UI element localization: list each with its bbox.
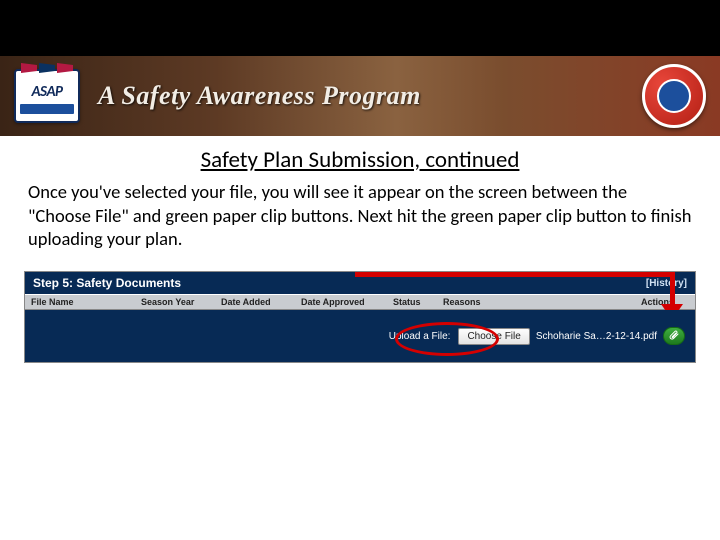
col-actions: Actions — [635, 295, 695, 309]
upload-label: Upload a File: — [389, 331, 451, 342]
page-title: Safety Plan Submission, continued — [24, 146, 696, 174]
step-heading-text: Step 5: Safety Documents — [33, 276, 181, 290]
safety-documents-panel: Step 5: Safety Documents [History] File … — [24, 271, 696, 363]
step-header: Step 5: Safety Documents [History] — [25, 272, 695, 294]
table-header-row: File Name Season Year Date Added Date Ap… — [25, 294, 695, 310]
col-date-approved: Date Approved — [295, 295, 387, 309]
choose-file-button[interactable]: Choose File — [458, 328, 529, 345]
col-date-added: Date Added — [215, 295, 295, 309]
col-season-year: Season Year — [135, 295, 215, 309]
col-reasons: Reasons — [437, 295, 635, 309]
history-link[interactable]: [History] — [646, 278, 687, 289]
asap-logo-text: ASAP — [31, 83, 62, 101]
col-file-name: File Name — [25, 295, 135, 309]
program-banner: ASAP A Safety Awareness Program — [0, 56, 720, 136]
banner-title: A Safety Awareness Program — [98, 81, 421, 111]
instruction-text: Once you've selected your file, you will… — [28, 180, 692, 251]
paperclip-upload-button[interactable] — [663, 327, 685, 345]
selected-filename: Schoharie Sa…2-12-14.pdf — [536, 331, 657, 342]
top-black-bar — [0, 0, 720, 56]
upload-row: Upload a File: Choose File Schoharie Sa…… — [25, 310, 695, 362]
col-status: Status — [387, 295, 437, 309]
little-league-logo — [642, 64, 706, 128]
paperclip-icon — [668, 330, 680, 342]
asap-logo: ASAP — [14, 69, 80, 123]
